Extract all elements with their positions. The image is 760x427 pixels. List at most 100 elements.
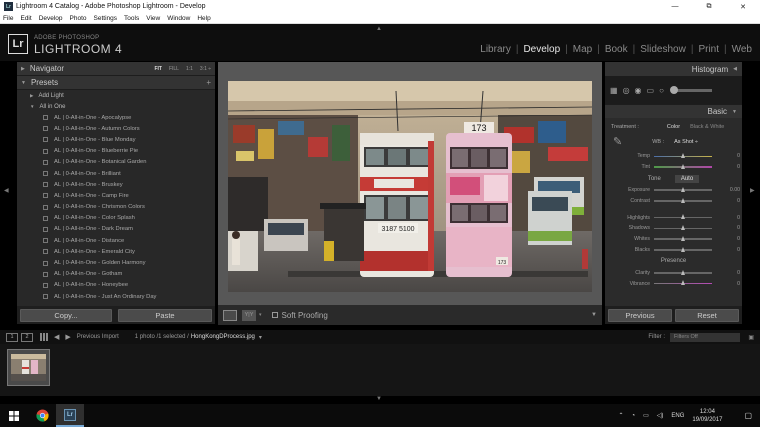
slider-thumb[interactable]: [681, 197, 685, 203]
filter-lock-icon[interactable]: ▣: [748, 334, 754, 341]
before-after-button[interactable]: Y|Y: [242, 309, 256, 321]
treatment-bw-option[interactable]: Black & White: [690, 124, 724, 130]
chrome-taskbar-button[interactable]: [28, 404, 56, 427]
preset-item[interactable]: AL | 0-All-in-One - Apocalypse: [17, 112, 215, 123]
preset-item[interactable]: AL | 0-All-in-One - Dark Dream: [17, 224, 215, 235]
lightroom-taskbar-button[interactable]: Lr: [56, 404, 84, 427]
slider-track[interactable]: [654, 235, 712, 241]
slider-thumb[interactable]: [681, 246, 685, 252]
module-slideshow[interactable]: Slideshow: [640, 44, 686, 55]
preset-item[interactable]: AL | 0-All-in-One - Bruskey: [17, 179, 215, 190]
slider-thumb[interactable]: [681, 235, 685, 241]
filter-dropdown[interactable]: Filters Off: [670, 332, 740, 342]
network-icon[interactable]: ◔: [631, 413, 635, 419]
toolbar-menu-icon[interactable]: ▼: [591, 312, 597, 318]
slider-vibrance[interactable]: Vibrance 0: [605, 278, 742, 289]
navigator-header[interactable]: ▶ Navigator FIT FILL 1:1 3:1 ÷: [17, 62, 215, 76]
spot-removal-icon[interactable]: ◎: [623, 86, 630, 95]
menu-view[interactable]: View: [146, 15, 160, 22]
copy-settings-button[interactable]: Copy...: [20, 308, 112, 322]
preset-item[interactable]: AL | 0-All-in-One - Distance: [17, 235, 215, 246]
slider-value[interactable]: 0: [712, 270, 740, 276]
menu-help[interactable]: Help: [197, 15, 210, 22]
filename-dropdown-icon[interactable]: ▾: [259, 334, 262, 341]
expand-triangle-icon[interactable]: ▶: [21, 66, 25, 72]
slider-track[interactable]: [654, 269, 712, 275]
preset-item[interactable]: AL | 0-All-in-One - Honeybee: [17, 280, 215, 291]
battery-icon[interactable]: ▭: [643, 412, 649, 419]
photo-preview[interactable]: 3187 5100 173 173: [228, 81, 592, 292]
preset-item[interactable]: AL | 0-All-in-One - Blueberrie Pie: [17, 146, 215, 157]
slider-whites[interactable]: Whites 0: [605, 234, 742, 245]
preset-item[interactable]: AL | 0-All-in-One - Color Splash: [17, 213, 215, 224]
preset-item[interactable]: AL | 0-All-in-One - Golden Harmony: [17, 257, 215, 268]
slider-tint[interactable]: Tint 0: [605, 162, 742, 173]
start-button[interactable]: [0, 404, 28, 427]
crop-overlay-icon[interactable]: ▦: [610, 86, 618, 95]
collapse-triangle-icon[interactable]: ▼: [732, 109, 737, 115]
menu-develop[interactable]: Develop: [39, 15, 63, 22]
tool-slider[interactable]: [669, 85, 712, 94]
slider-contrast[interactable]: Contrast 0: [605, 195, 742, 206]
slider-track[interactable]: [654, 186, 712, 192]
wb-dropdown[interactable]: As Shot ÷: [674, 139, 698, 145]
zoom-1-1[interactable]: 1:1: [186, 66, 193, 72]
preset-item[interactable]: AL | 0-All-in-One - Botanical Garden: [17, 157, 215, 168]
filmstrip-thumbnail[interactable]: [7, 349, 50, 386]
preset-item[interactable]: AL | 0-All-in-One - Camp Fire: [17, 190, 215, 201]
slider-value[interactable]: 0: [712, 215, 740, 221]
forward-arrow-icon[interactable]: ▶: [65, 333, 70, 341]
basic-header[interactable]: Basic ▼: [605, 104, 742, 118]
slider-value[interactable]: 0: [712, 247, 740, 253]
eyedropper-icon[interactable]: ✎: [613, 135, 622, 148]
slider-track[interactable]: [654, 225, 712, 231]
red-eye-icon[interactable]: ◉: [635, 86, 642, 95]
module-develop[interactable]: Develop: [523, 44, 560, 55]
slider-value[interactable]: 0: [712, 225, 740, 231]
preset-item[interactable]: AL | 0-All-in-One - Brilliant: [17, 168, 215, 179]
slider-temp[interactable]: Temp 0: [605, 151, 742, 162]
module-map[interactable]: Map: [573, 44, 592, 55]
zoom-fill[interactable]: FILL: [169, 66, 179, 72]
slider-value[interactable]: 0: [712, 198, 740, 204]
slider-value[interactable]: 0: [712, 164, 740, 170]
graduated-filter-icon[interactable]: ▭: [647, 86, 655, 95]
slider-track[interactable]: [654, 214, 712, 220]
collapse-left-panel-icon[interactable]: ◀: [4, 187, 9, 194]
slider-track[interactable]: [654, 153, 712, 159]
menu-file[interactable]: File: [3, 15, 13, 22]
slider-blacks[interactable]: Blacks 0: [605, 245, 742, 256]
volume-icon[interactable]: ◁): [657, 412, 664, 419]
slider-exposure[interactable]: Exposure 0.00: [605, 185, 742, 196]
collapse-triangle-icon[interactable]: ▼: [21, 80, 26, 86]
grid-view-icon[interactable]: [40, 333, 48, 341]
clock[interactable]: 12:04 19/09/2017: [692, 408, 730, 424]
paste-settings-button[interactable]: Paste: [118, 308, 212, 322]
menu-tools[interactable]: Tools: [124, 15, 139, 22]
tray-overflow-icon[interactable]: ⌃: [618, 412, 623, 419]
slider-clarity[interactable]: Clarity 0: [605, 267, 742, 278]
module-web[interactable]: Web: [732, 44, 752, 55]
preset-folder-all-in-one[interactable]: ▼ All in One: [17, 101, 215, 112]
slider-value[interactable]: 0: [712, 236, 740, 242]
language-indicator[interactable]: ENG: [671, 413, 684, 419]
auto-tone-button[interactable]: Auto: [674, 174, 700, 183]
restore-button[interactable]: ⧉: [692, 0, 726, 13]
slider-track[interactable]: [654, 163, 712, 169]
slider-thumb[interactable]: [681, 153, 685, 159]
previous-settings-button[interactable]: Previous: [608, 308, 672, 322]
collapse-right-panel-icon[interactable]: ▶: [750, 187, 755, 194]
before-after-dropdown-icon[interactable]: ▾: [259, 312, 262, 318]
preset-item[interactable]: AL | 0-All-in-One - Blue Monday: [17, 134, 215, 145]
close-button[interactable]: ✕: [726, 0, 760, 13]
collapse-triangle-icon[interactable]: ◀: [733, 66, 737, 72]
slider-thumb[interactable]: [681, 280, 685, 286]
preset-item[interactable]: AL | 0-All-in-One - Autumn Colors: [17, 123, 215, 134]
slider-highlights[interactable]: Highlights 0: [605, 212, 742, 223]
module-library[interactable]: Library: [480, 44, 511, 55]
preset-item[interactable]: AL | 0-All-in-One - Gotham: [17, 269, 215, 280]
slider-value[interactable]: 0.00: [712, 187, 740, 193]
collapse-bottom-arrow-icon[interactable]: ▼: [376, 396, 382, 402]
minimize-button[interactable]: —: [658, 0, 692, 13]
module-book[interactable]: Book: [605, 44, 628, 55]
